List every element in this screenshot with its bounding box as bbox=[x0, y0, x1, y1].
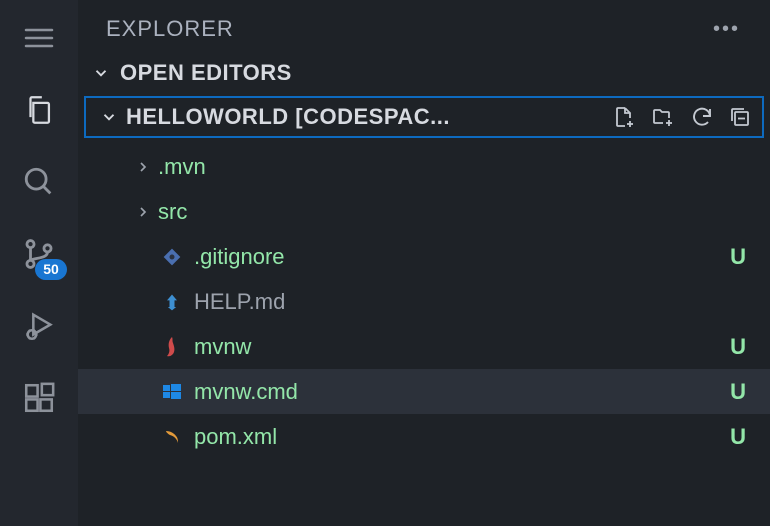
git-status-untracked: U bbox=[716, 244, 746, 270]
extensions-icon[interactable] bbox=[19, 378, 59, 418]
git-status-untracked: U bbox=[716, 379, 746, 405]
tree-file[interactable]: pom.xml U bbox=[78, 414, 770, 459]
panel-more-icon[interactable]: ••• bbox=[713, 18, 740, 41]
tree-file[interactable]: mvnw.cmd U bbox=[78, 369, 770, 414]
git-status-untracked: U bbox=[716, 424, 746, 450]
chevron-right-icon[interactable] bbox=[128, 159, 158, 175]
run-debug-icon[interactable] bbox=[19, 306, 59, 346]
workspace-folder-header[interactable]: HELLOWORLD [CODESPAC... bbox=[84, 96, 764, 138]
xml-file-icon bbox=[158, 428, 186, 446]
panel-title: EXPLORER bbox=[106, 16, 234, 42]
menu-icon[interactable] bbox=[19, 18, 59, 58]
maven-file-icon bbox=[158, 336, 186, 358]
git-file-icon bbox=[158, 247, 186, 267]
source-control-icon[interactable]: 50 bbox=[19, 234, 59, 274]
search-icon[interactable] bbox=[19, 162, 59, 202]
explorer-icon[interactable] bbox=[19, 90, 59, 130]
tree-file[interactable]: HELP.md bbox=[78, 279, 770, 324]
collapse-all-icon[interactable] bbox=[728, 105, 752, 129]
git-status-untracked: U bbox=[716, 334, 746, 360]
tree-folder[interactable]: .mvn bbox=[78, 144, 770, 189]
open-editors-header[interactable]: OPEN EDITORS bbox=[78, 52, 770, 94]
chevron-down-icon bbox=[92, 64, 110, 82]
file-tree: .mvn src .gitignore U HEL bbox=[78, 140, 770, 459]
explorer-panel-header: EXPLORER ••• bbox=[78, 0, 770, 52]
tree-file[interactable]: mvnw U bbox=[78, 324, 770, 369]
markdown-file-icon bbox=[158, 292, 186, 312]
tree-file[interactable]: .gitignore U bbox=[78, 234, 770, 279]
chevron-down-icon bbox=[100, 108, 118, 126]
new-folder-icon[interactable] bbox=[650, 105, 676, 129]
windows-file-icon bbox=[158, 382, 186, 402]
tree-folder[interactable]: src bbox=[78, 189, 770, 234]
new-file-icon[interactable] bbox=[612, 105, 636, 129]
source-control-badge: 50 bbox=[35, 259, 67, 280]
chevron-right-icon[interactable] bbox=[128, 204, 158, 220]
refresh-icon[interactable] bbox=[690, 105, 714, 129]
